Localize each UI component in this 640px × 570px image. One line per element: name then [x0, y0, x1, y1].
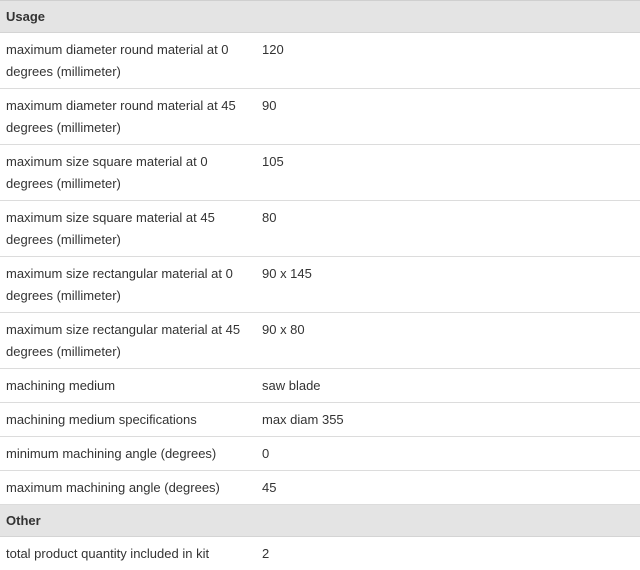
table-row: maximum size rectangular material at 45 … — [0, 313, 640, 369]
spec-label: maximum machining angle (degrees) — [0, 471, 256, 505]
table-row: machining medium specifications max diam… — [0, 403, 640, 437]
spec-label: total product quantity included in kit — [0, 537, 256, 570]
table-row: maximum size rectangular material at 0 d… — [0, 257, 640, 313]
spec-label: maximum size square material at 45 degre… — [0, 201, 256, 257]
spec-value: 2 — [256, 537, 640, 570]
spec-value: 80 — [256, 201, 640, 257]
spec-value: saw blade — [256, 369, 640, 403]
section-title: Usage — [0, 1, 640, 33]
spec-label: maximum diameter round material at 45 de… — [0, 89, 256, 145]
spec-value: 120 — [256, 33, 640, 89]
spec-label: machining medium specifications — [0, 403, 256, 437]
spec-value: 105 — [256, 145, 640, 201]
table-row: maximum diameter round material at 45 de… — [0, 89, 640, 145]
spec-value: 90 x 145 — [256, 257, 640, 313]
spec-value: max diam 355 — [256, 403, 640, 437]
spec-value: 90 x 80 — [256, 313, 640, 369]
specifications-table: Usage maximum diameter round material at… — [0, 0, 640, 570]
spec-label: maximum diameter round material at 0 deg… — [0, 33, 256, 89]
table-row: minimum machining angle (degrees) 0 — [0, 437, 640, 471]
table-row: maximum machining angle (degrees) 45 — [0, 471, 640, 505]
spec-value: 45 — [256, 471, 640, 505]
table-row: maximum diameter round material at 0 deg… — [0, 33, 640, 89]
section-header-other: Other — [0, 505, 640, 537]
table-row: maximum size square material at 0 degree… — [0, 145, 640, 201]
table-row: total product quantity included in kit 2 — [0, 537, 640, 570]
spec-label: maximum size square material at 0 degree… — [0, 145, 256, 201]
section-title: Other — [0, 505, 640, 537]
spec-label: machining medium — [0, 369, 256, 403]
table-row: machining medium saw blade — [0, 369, 640, 403]
spec-value: 90 — [256, 89, 640, 145]
spec-label: maximum size rectangular material at 0 d… — [0, 257, 256, 313]
spec-label: minimum machining angle (degrees) — [0, 437, 256, 471]
spec-value: 0 — [256, 437, 640, 471]
section-header-usage: Usage — [0, 1, 640, 33]
spec-label: maximum size rectangular material at 45 … — [0, 313, 256, 369]
table-row: maximum size square material at 45 degre… — [0, 201, 640, 257]
